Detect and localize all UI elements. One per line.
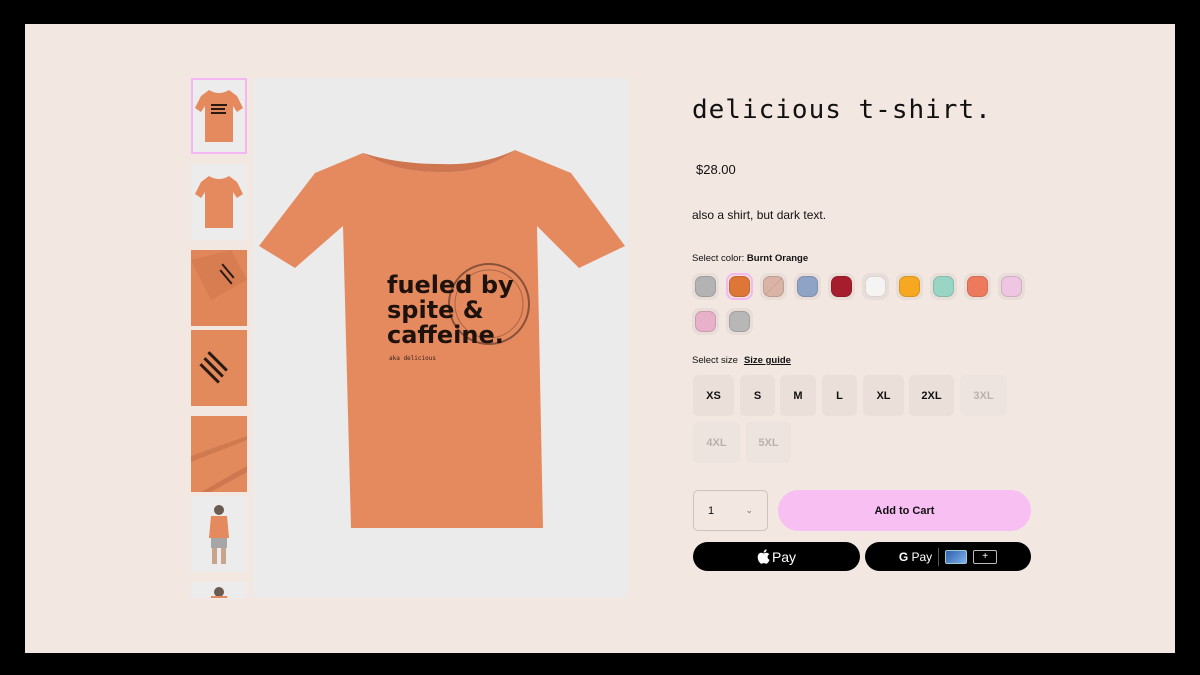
color-swatch[interactable] [998, 273, 1025, 300]
color-swatch[interactable] [760, 273, 787, 300]
thumbnail-model-2[interactable] [191, 582, 247, 598]
color-swatch[interactable] [794, 273, 821, 300]
size-label: Select size Size guide [692, 355, 791, 366]
color-label-prefix: Select color: [692, 253, 747, 264]
apple-pay-button[interactable]: Pay [693, 542, 860, 571]
google-pay-button[interactable]: G Pay + [865, 542, 1031, 571]
color-label: Select color: Burnt Orange [692, 253, 808, 264]
size-option-m[interactable]: M [780, 375, 816, 416]
size-option-3xl: 3XL [960, 375, 1007, 416]
size-option-xs[interactable]: XS [693, 375, 734, 416]
color-swatch-fill [695, 311, 716, 332]
thumbnail-fabric-detail[interactable] [191, 416, 247, 492]
shirt-print-line3: caffeine. [387, 321, 504, 349]
color-swatch[interactable] [964, 273, 991, 300]
divider [938, 547, 940, 566]
size-option-xl[interactable]: XL [863, 375, 904, 416]
google-g-icon: G [898, 549, 909, 564]
main-product-image: fueled by spite & caffeine. aka deliciou… [253, 78, 628, 598]
color-swatch-fill [1001, 276, 1022, 297]
thumbnail-print-closeup[interactable] [191, 330, 247, 406]
google-pay-label: G Pay [899, 550, 932, 564]
apple-pay-label: Pay [771, 548, 797, 565]
add-to-cart-button[interactable]: Add to Cart [778, 490, 1031, 531]
shirt-print-line2: spite & [387, 296, 484, 324]
color-swatch-fill [899, 276, 920, 297]
size-option-4xl: 4XL [693, 422, 740, 463]
color-swatch[interactable] [862, 273, 889, 300]
chevron-down-icon: ⌄ [745, 505, 753, 515]
size-option-2xl[interactable]: 2XL [909, 375, 954, 416]
product-description: also a shirt, but dark text. [692, 208, 827, 222]
size-guide-link[interactable]: Size guide [744, 355, 791, 366]
color-swatch[interactable] [930, 273, 957, 300]
color-swatch[interactable] [692, 273, 719, 300]
color-swatch[interactable] [896, 273, 923, 300]
color-swatch-fill [763, 276, 784, 297]
color-swatch-fill [729, 311, 750, 332]
color-swatch[interactable] [692, 308, 719, 335]
size-option-l[interactable]: L [822, 375, 857, 416]
google-pay-text: Pay [911, 549, 933, 564]
color-swatch-fill [967, 276, 988, 297]
shirt-print-line1: fueled by [387, 271, 514, 299]
product-page: fueled by spite & caffeine. aka deliciou… [25, 24, 1175, 653]
selected-color-name: Burnt Orange [746, 253, 809, 264]
product-title: delicious t-shirt. [692, 95, 992, 125]
size-option-5xl: 5XL [746, 422, 791, 463]
color-swatch[interactable] [726, 273, 753, 300]
color-swatch[interactable] [828, 273, 855, 300]
thumbnail-front[interactable] [191, 78, 247, 154]
quantity-select[interactable]: 1 ⌄ [693, 490, 768, 531]
color-swatch-fill [729, 276, 750, 297]
color-swatch[interactable] [726, 308, 753, 335]
size-label-text: Select size [692, 355, 738, 366]
product-price: $28.00 [696, 162, 736, 177]
quantity-value: 1 [708, 504, 715, 517]
size-option-s[interactable]: S [740, 375, 775, 416]
apple-icon [757, 549, 770, 564]
color-swatch-fill [865, 276, 886, 297]
plus-icon: + [973, 549, 998, 564]
card-icon [945, 549, 968, 564]
shirt-print-small: aka delicious [389, 355, 436, 362]
thumbnail-strip[interactable] [191, 78, 247, 598]
color-swatch-fill [797, 276, 818, 297]
thumbnail-sleeve[interactable] [191, 250, 247, 326]
thumbnail-front-plain[interactable] [191, 164, 247, 240]
color-swatch-fill [695, 276, 716, 297]
color-swatch-fill [831, 276, 852, 297]
thumbnail-model[interactable] [191, 496, 247, 572]
color-swatch-fill [933, 276, 954, 297]
